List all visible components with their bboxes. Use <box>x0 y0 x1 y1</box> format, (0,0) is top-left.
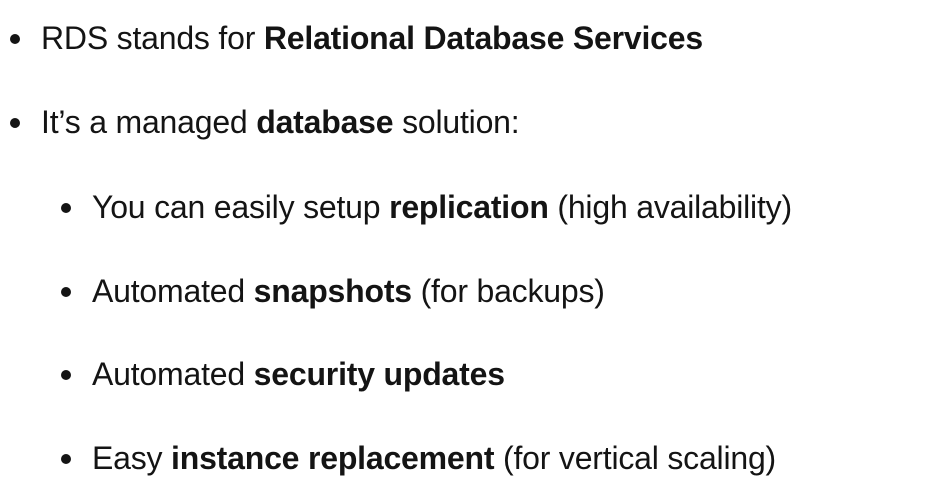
bullet-text: RDS stands for Relational Database Servi… <box>41 18 703 58</box>
bullet-dot-icon <box>10 118 20 128</box>
bullet-dot-icon <box>61 370 71 380</box>
bullet-list: RDS stands for Relational Database Servi… <box>0 0 939 496</box>
bullet-text-plain: It’s a managed <box>41 104 257 140</box>
bullet-text-plain: (high availability) <box>548 189 792 225</box>
bullet-dot-icon <box>61 287 71 297</box>
bullet-dot-icon <box>61 454 71 464</box>
bullet-text-plain: You can easily setup <box>92 189 390 225</box>
bullet-text-bold: database <box>256 104 394 140</box>
bullet-text-plain: Automated <box>92 273 254 309</box>
bullet-text-bold: Relational Database Services <box>263 20 703 56</box>
bullet-text-plain: (for backups) <box>411 273 605 309</box>
bullet-text-plain: solution: <box>393 104 520 140</box>
bullet-text: You can easily setup replication (high a… <box>92 187 792 227</box>
bullet-text-bold: security updates <box>253 356 505 392</box>
bullet-text-bold: replication <box>389 189 549 225</box>
bullet-text-plain: Automated <box>92 356 254 392</box>
bullet-text: Automated security updates <box>92 354 505 394</box>
bullet-dot-icon <box>10 34 20 44</box>
bullet-text-bold: instance replacement <box>171 440 495 476</box>
bullet-text-plain: Easy <box>92 440 172 476</box>
bullet-dot-icon <box>61 203 71 213</box>
bullet-text-bold: snapshots <box>253 273 412 309</box>
bullet-text: Automated snapshots (for backups) <box>92 271 605 311</box>
bullet-text-plain: RDS stands for <box>41 20 264 56</box>
bullet-text: It’s a managed database solution: <box>41 102 520 142</box>
bullet-text-plain: (for vertical scaling) <box>494 440 777 476</box>
bullet-text: Easy instance replacement (for vertical … <box>92 438 776 478</box>
